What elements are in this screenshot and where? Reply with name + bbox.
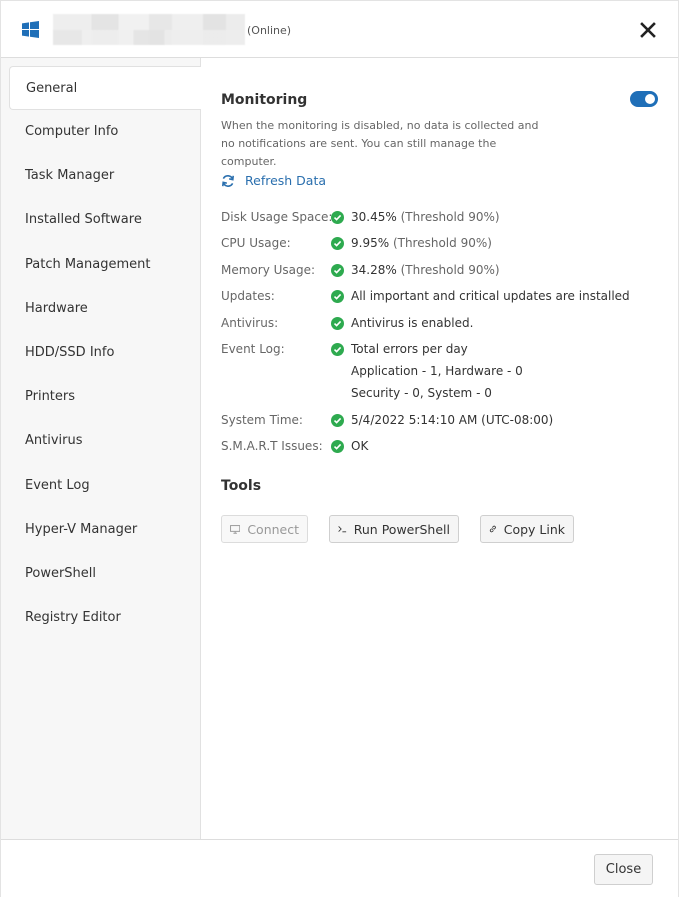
copy-link-button[interactable]: Copy Link [480, 515, 574, 543]
info-label: System Time: [221, 413, 303, 427]
check-circle-icon [331, 414, 344, 427]
check-circle-icon [331, 264, 344, 277]
sidebar-item-hdd-ssd-info[interactable]: HDD/SSD Info [1, 331, 200, 375]
sidebar-item-installed-software[interactable]: Installed Software [1, 198, 200, 242]
refresh-icon [222, 174, 234, 187]
sidebar-item-hyper-v-manager[interactable]: Hyper-V Manager [1, 508, 200, 552]
monitoring-title: Monitoring [221, 92, 308, 108]
check-circle-icon [331, 237, 344, 250]
terminal-icon [338, 526, 347, 533]
threshold-text: (Threshold 90%) [396, 263, 500, 277]
sidebar-nav: General Computer Info Task Manager Insta… [1, 58, 201, 839]
close-button[interactable]: Close [594, 854, 653, 885]
antivirus-value: Antivirus is enabled. [351, 316, 474, 330]
check-circle-icon [331, 211, 344, 224]
windows-logo-icon [22, 21, 39, 38]
cpu-usage-value: 9.95% [351, 236, 390, 250]
dialog-header: (Online) [1, 1, 678, 58]
link-icon [489, 525, 496, 533]
monitoring-toggle[interactable] [630, 91, 658, 107]
online-status: (Online) [247, 24, 292, 37]
updates-value: All important and critical updates are i… [351, 289, 630, 303]
refresh-data-link[interactable]: Refresh Data [221, 173, 326, 188]
system-time-value: 5/4/2022 5:14:10 AM (UTC-08:00) [351, 413, 554, 427]
sidebar-item-patch-management[interactable]: Patch Management [1, 243, 200, 287]
info-label: Event Log: [221, 342, 285, 356]
threshold-text: (Threshold 90%) [396, 210, 500, 224]
sidebar-item-antivirus[interactable]: Antivirus [1, 419, 200, 463]
monitoring-description: When the monitoring is disabled, no data… [221, 119, 539, 168]
info-value: 30.45% (Threshold 90%) [351, 210, 500, 224]
run-powershell-label: Run PowerShell [353, 521, 450, 537]
check-circle-icon [331, 290, 344, 303]
monitor-icon [230, 524, 241, 534]
info-label: S.M.A.R.T Issues: [221, 439, 323, 453]
info-label: Antivirus: [221, 316, 279, 330]
sidebar-item-task-manager[interactable]: Task Manager [1, 154, 200, 198]
sidebar-item-hardware[interactable]: Hardware [1, 287, 200, 331]
computer-details-dialog: (Online) General Computer Info Task Mana… [0, 0, 679, 898]
info-value: 9.95% (Threshold 90%) [351, 236, 492, 250]
copy-link-label: Copy Link [503, 521, 565, 537]
check-circle-icon [331, 440, 344, 453]
smart-issues-value: OK [351, 439, 369, 453]
info-label: Memory Usage: [221, 263, 316, 277]
threshold-text: (Threshold 90%) [389, 236, 492, 250]
connect-button[interactable]: Connect [221, 515, 308, 543]
sidebar-item-event-log[interactable]: Event Log [1, 464, 200, 508]
event-log-line-3: Security - 0, System - 0 [351, 386, 492, 400]
dialog-footer: Close [1, 839, 678, 898]
sidebar-item-computer-info[interactable]: Computer Info [1, 110, 200, 154]
info-value: 34.28% (Threshold 90%) [351, 263, 500, 277]
info-label: Updates: [221, 289, 275, 303]
check-circle-icon [331, 343, 344, 356]
run-powershell-button[interactable]: Run PowerShell [329, 515, 459, 543]
info-label: Disk Usage Space: [221, 210, 333, 224]
sidebar-item-printers[interactable]: Printers [1, 375, 200, 419]
refresh-data-label: Refresh Data [245, 173, 327, 188]
memory-usage-value: 34.28% [351, 263, 397, 277]
disk-usage-value: 30.45% [351, 210, 397, 224]
sidebar-item-powershell[interactable]: PowerShell [1, 552, 200, 596]
tools-title: Tools [221, 478, 262, 494]
check-circle-icon [331, 317, 344, 330]
event-log-line-2: Application - 1, Hardware - 0 [351, 364, 523, 378]
event-log-value: Total errors per day [351, 342, 468, 356]
connect-label: Connect [247, 521, 299, 537]
sidebar-item-general[interactable]: General [9, 66, 201, 110]
computer-name-redacted [53, 14, 245, 45]
close-icon[interactable] [638, 20, 658, 40]
sidebar-item-registry-editor[interactable]: Registry Editor [1, 596, 200, 640]
info-label: CPU Usage: [221, 236, 291, 250]
